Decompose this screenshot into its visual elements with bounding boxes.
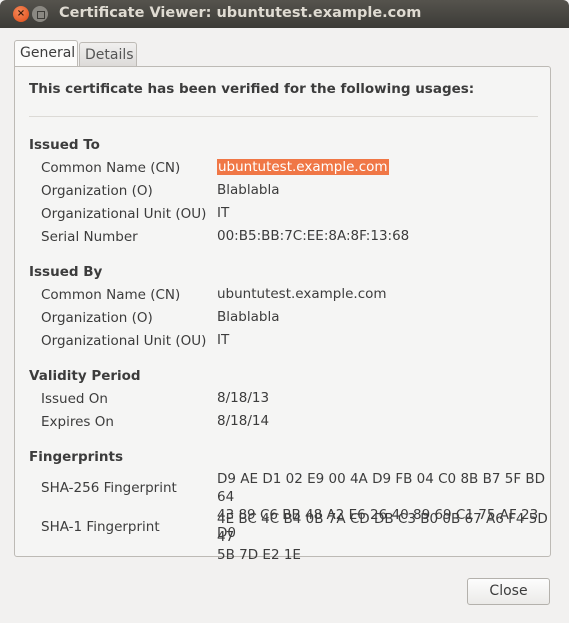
validity-heading: Validity Period [29,368,141,384]
field-label: SHA-256 Fingerprint [41,480,177,496]
field-label: Common Name (CN) [41,160,181,176]
tab-general[interactable]: General [14,40,78,66]
sha1-value: 4E BC 4C B4 0B 7A CD DB C3 B0 0B 67 A6 F… [217,510,550,564]
selected-text[interactable]: ubuntutest.example.com [217,159,389,175]
field-value: 8/18/14 [217,413,270,429]
tab-details[interactable]: Details [79,42,137,67]
window-close-icon[interactable]: × [13,6,29,22]
field-value: ubuntutest.example.com [217,286,387,302]
window-title: Certificate Viewer: ubuntutest.example.c… [59,5,422,21]
field-label: Serial Number [41,229,138,245]
field-label: Common Name (CN) [41,287,181,303]
fingerprint-line: 5B 7D E2 1E [217,547,301,563]
fingerprint-line: 4E BC 4C B4 0B 7A CD DB C3 B0 0B 67 A6 F… [217,511,548,545]
field-label: Organization (O) [41,310,153,326]
separator [29,116,538,117]
fingerprint-line: D9 AE D1 02 E9 00 4A D9 FB 04 C0 8B B7 5… [217,471,546,505]
fingerprints-heading: Fingerprints [29,449,123,465]
field-value: Blablabla [217,182,280,198]
field-value: IT [217,332,230,348]
field-label: Issued On [41,391,108,407]
field-value: 8/18/13 [217,390,270,406]
issued-to-heading: Issued To [29,137,100,153]
close-button[interactable]: Close [467,578,550,605]
title-bar: × Certificate Viewer: ubuntutest.example… [0,0,569,28]
window-maximize-icon[interactable] [32,6,48,22]
usages-heading: This certificate has been verified for t… [29,81,475,97]
issued-to-cn-value[interactable]: ubuntutest.example.com [217,158,389,176]
field-value: Blablabla [217,309,280,325]
field-label: SHA-1 Fingerprint [41,519,160,535]
field-label: Expires On [41,414,114,430]
field-label: Organizational Unit (OU) [41,333,207,349]
general-panel: This certificate has been verified for t… [14,66,551,563]
field-label: Organizational Unit (OU) [41,206,207,222]
issued-by-heading: Issued By [29,264,103,280]
field-label: Organization (O) [41,183,153,199]
field-value: IT [217,205,230,221]
field-value: 00:B5:BB:7C:EE:8A:8F:13:68 [217,228,410,244]
